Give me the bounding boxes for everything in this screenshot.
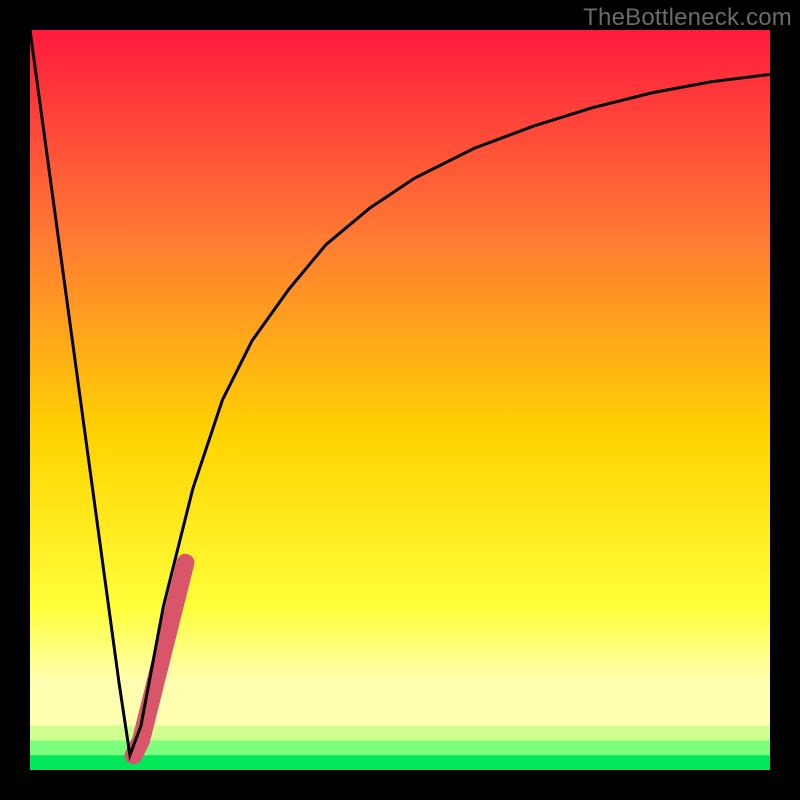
bottleneck-chart xyxy=(30,30,770,770)
chart-frame: TheBottleneck.com xyxy=(0,0,800,800)
watermark-text: TheBottleneck.com xyxy=(583,4,792,32)
plot-area xyxy=(30,30,770,770)
gradient-background xyxy=(30,30,770,770)
